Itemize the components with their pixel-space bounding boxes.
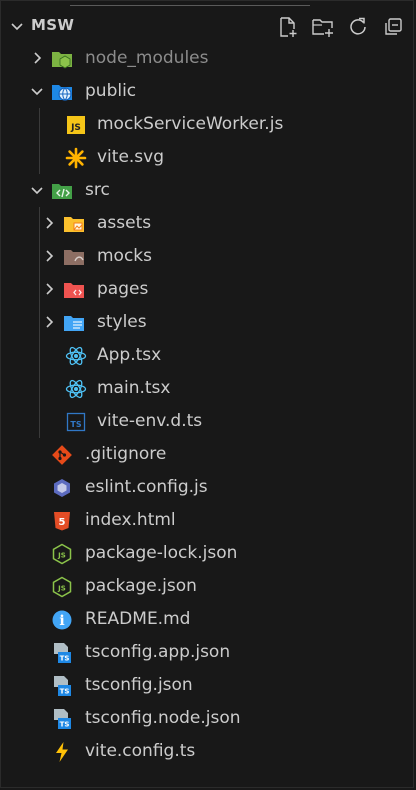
mocks-folder-icon — [63, 246, 85, 268]
chevron-right-icon[interactable] — [29, 50, 45, 66]
tree-item-label: package.json — [85, 576, 197, 596]
chevron-right-icon[interactable] — [41, 281, 57, 297]
tree-file-row[interactable]: vite.svg — [1, 141, 416, 174]
tree-item-label: App.tsx — [97, 345, 162, 365]
chevron-down-icon[interactable] — [9, 18, 25, 34]
git-file-icon — [51, 444, 73, 466]
styles-folder-icon — [63, 312, 85, 334]
tree-item-label: tsconfig.node.json — [85, 708, 241, 728]
tree-item-label: mockServiceWorker.js — [97, 114, 284, 134]
tree-file-row[interactable]: TS vite-env.d.ts — [1, 405, 416, 438]
assets-folder-icon — [63, 213, 85, 235]
tree-item-label: public — [85, 81, 137, 101]
tree-item-label: .gitignore — [85, 444, 167, 464]
html-file-icon: 5 — [51, 510, 73, 532]
public-folder-icon — [51, 81, 73, 103]
nodejs-file-icon: JS — [51, 576, 73, 598]
explorer-title: MSW — [31, 16, 75, 34]
tree-item-label: node_modules — [85, 48, 209, 68]
chevron-down-icon[interactable] — [29, 182, 45, 198]
tree-folder-row[interactable]: public — [1, 75, 416, 108]
svg-text:TS: TS — [60, 655, 70, 663]
chevron-right-icon[interactable] — [41, 248, 57, 264]
typescript-file-icon: TS — [65, 411, 87, 433]
svg-text:JS: JS — [70, 123, 81, 133]
new-file-button[interactable] — [276, 15, 300, 39]
new-file-icon — [280, 17, 297, 37]
tree-item-label: src — [85, 180, 110, 200]
indent-guide — [39, 108, 40, 174]
tree-item-label: index.html — [85, 510, 176, 530]
tree-file-row[interactable]: vite.config.ts — [1, 735, 416, 768]
nodejs-file-icon: JS — [51, 543, 73, 565]
react-file-icon — [65, 345, 87, 367]
svg-text:TS: TS — [60, 688, 70, 696]
tree-file-row[interactable]: TS tsconfig.json — [1, 669, 416, 702]
new-folder-icon — [312, 19, 333, 37]
eslint-file-icon — [51, 477, 73, 499]
tree-file-row[interactable]: JS mockServiceWorker.js — [1, 108, 416, 141]
svg-text:TS: TS — [60, 721, 70, 729]
file-tree: node_modules public JS mockServiceWorker.… — [1, 42, 416, 768]
tree-item-label: vite-env.d.ts — [97, 411, 203, 431]
tsconfig-file-icon: TS — [51, 708, 73, 730]
svg-text:5: 5 — [59, 517, 66, 528]
tree-folder-row[interactable]: styles — [1, 306, 416, 339]
tree-folder-row[interactable]: src — [1, 174, 416, 207]
tree-item-label: README.md — [85, 609, 191, 629]
tree-item-label: tsconfig.json — [85, 675, 193, 695]
tree-item-label: pages — [97, 279, 149, 299]
tree-file-row[interactable]: i README.md — [1, 603, 416, 636]
tree-file-row[interactable]: App.tsx — [1, 339, 416, 372]
chevron-right-icon[interactable] — [41, 215, 57, 231]
tree-file-row[interactable]: JS package.json — [1, 570, 416, 603]
svg-text:i: i — [59, 613, 64, 629]
tree-file-row[interactable]: eslint.config.js — [1, 471, 416, 504]
svg-text:TS: TS — [70, 420, 81, 429]
explorer-actions — [276, 15, 405, 39]
tree-file-row[interactable]: JS package-lock.json — [1, 537, 416, 570]
tree-item-label: assets — [97, 213, 152, 233]
svg-text:JS: JS — [57, 552, 66, 560]
tree-file-row[interactable]: .gitignore — [1, 438, 416, 471]
javascript-file-icon: JS — [65, 114, 87, 136]
tree-file-row[interactable]: 5 index.html — [1, 504, 416, 537]
new-folder-button[interactable] — [311, 15, 335, 39]
tree-item-label: vite.svg — [97, 147, 165, 167]
info-file-icon: i — [51, 609, 73, 631]
tsconfig-file-icon: TS — [51, 675, 73, 697]
collapse-all-button[interactable] — [381, 15, 405, 39]
tree-item-label: mocks — [97, 246, 153, 266]
vite-file-icon — [51, 741, 73, 763]
tree-item-label: vite.config.ts — [85, 741, 196, 761]
tree-item-label: package-lock.json — [85, 543, 238, 563]
indent-guide — [39, 207, 40, 438]
tree-file-row[interactable]: TS tsconfig.node.json — [1, 702, 416, 735]
pages-folder-icon — [63, 279, 85, 301]
tree-item-label: eslint.config.js — [85, 477, 208, 497]
refresh-button[interactable] — [346, 15, 370, 39]
react-file-icon — [65, 378, 87, 400]
explorer-section-header[interactable]: MSW — [1, 9, 416, 42]
src-folder-icon — [51, 180, 73, 202]
tree-file-row[interactable]: TS tsconfig.app.json — [1, 636, 416, 669]
tree-item-label: styles — [97, 312, 147, 332]
explorer-panel: MSW node_modules public JS mockServiceWo… — [0, 0, 414, 788]
tree-folder-row[interactable]: mocks — [1, 240, 416, 273]
tree-file-row[interactable]: main.tsx — [1, 372, 416, 405]
tsconfig-file-icon: TS — [51, 642, 73, 664]
node-modules-folder-icon — [51, 48, 73, 70]
chevron-down-icon[interactable] — [29, 83, 45, 99]
tree-item-label: tsconfig.app.json — [85, 642, 231, 662]
svg-file-icon — [65, 147, 87, 169]
chevron-right-icon[interactable] — [41, 314, 57, 330]
svg-text:JS: JS — [57, 585, 66, 593]
refresh-icon — [350, 17, 366, 35]
tree-item-label: main.tsx — [97, 378, 171, 398]
tree-folder-row[interactable]: node_modules — [1, 42, 416, 75]
tree-folder-row[interactable]: pages — [1, 273, 416, 306]
tree-folder-row[interactable]: assets — [1, 207, 416, 240]
collapse-all-icon — [385, 18, 402, 35]
